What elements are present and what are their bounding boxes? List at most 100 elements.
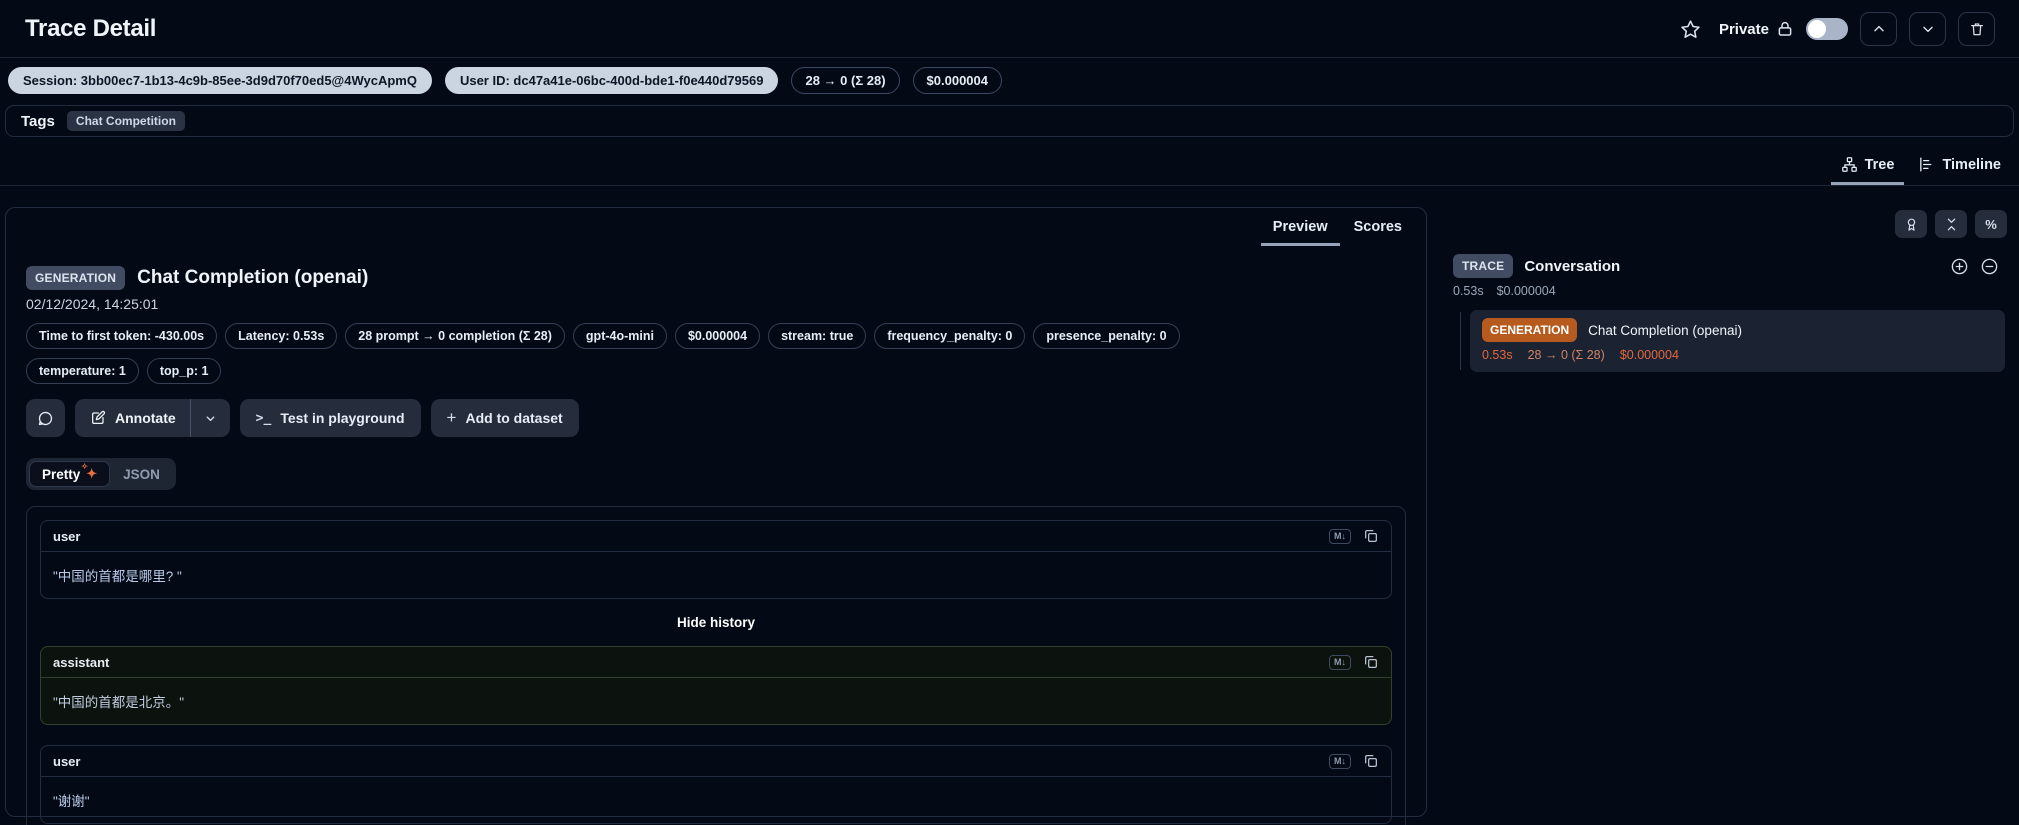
- collapse-all-button[interactable]: [1935, 210, 1967, 238]
- expand-all-icon[interactable]: [1950, 257, 1969, 276]
- trace-latency: 0.53s: [1453, 284, 1484, 298]
- collapse-node-icon[interactable]: [1980, 257, 1999, 276]
- user-id-badge[interactable]: User ID: dc47a41e-06bc-400d-bde1-f0e440d…: [445, 67, 779, 94]
- message-content: "谢谢": [41, 777, 1391, 823]
- award-icon: [1904, 217, 1919, 232]
- generation-cost: $0.000004: [1620, 348, 1679, 362]
- tab-tree[interactable]: Tree: [1831, 150, 1905, 185]
- tab-timeline[interactable]: Timeline: [1908, 150, 2011, 185]
- copy-icon[interactable]: [1363, 654, 1379, 670]
- observation-actions: Annotate >_ Test in playground + Add to …: [26, 399, 1406, 437]
- trace-name: Conversation: [1524, 258, 1620, 275]
- add-to-dataset-button[interactable]: + Add to dataset: [431, 399, 579, 437]
- tags-label: Tags: [21, 113, 55, 130]
- meta-badge-model[interactable]: gpt-4o-mini: [573, 323, 667, 349]
- tab-timeline-label: Timeline: [1942, 157, 2001, 173]
- copy-icon[interactable]: [1363, 528, 1379, 544]
- generation-latency: 0.53s: [1482, 348, 1513, 362]
- metrics-toggle-button[interactable]: %: [1975, 210, 2007, 238]
- annotate-dropdown-button[interactable]: [191, 399, 230, 437]
- message-user-2: user M↓ "谢谢": [40, 745, 1392, 824]
- meta-badge-top-p: top_p: 1: [147, 358, 222, 384]
- percent-icon: %: [1985, 217, 1997, 232]
- message-content: "中国的首都是北京。": [41, 678, 1391, 724]
- message-role: user: [53, 754, 80, 769]
- annotate-label: Annotate: [115, 410, 176, 426]
- next-trace-button[interactable]: [1909, 12, 1946, 46]
- tree-indent-guide: [1460, 312, 1461, 370]
- observation-meta-badges: Time to first token: -430.00s Latency: 0…: [26, 323, 1206, 384]
- tags-box: Tags Chat Competition: [5, 105, 2014, 137]
- annotate-split-button: Annotate: [75, 399, 230, 437]
- format-pretty-option[interactable]: Pretty ✧✦: [29, 461, 110, 487]
- meta-badge-latency: Latency: 0.53s: [225, 323, 337, 349]
- meta-badge-cost: $0.000004: [675, 323, 760, 349]
- observation-timestamp: 02/12/2024, 14:25:01: [26, 296, 1406, 312]
- trace-id-row: Session: 3bb00ec7-1b13-4c9b-85ee-3d9d70f…: [0, 58, 2019, 103]
- meta-badge-frequency-penalty: frequency_penalty: 0: [874, 323, 1025, 349]
- collapse-icon: [1944, 217, 1959, 232]
- comment-button[interactable]: [26, 399, 65, 437]
- generation-node-selected[interactable]: GENERATION Chat Completion (openai) 0.53…: [1470, 310, 2005, 372]
- privacy-label: Private: [1719, 21, 1769, 38]
- observation-title: Chat Completion (openai): [137, 267, 368, 289]
- generation-type-badge: GENERATION: [26, 266, 125, 290]
- pretty-label: Pretty: [42, 467, 80, 482]
- plus-icon: +: [447, 408, 457, 428]
- markdown-toggle-icon[interactable]: M↓: [1329, 754, 1351, 769]
- meta-badge-ttft: Time to first token: -430.00s: [26, 323, 217, 349]
- markdown-toggle-icon[interactable]: M↓: [1329, 529, 1351, 544]
- public-private-toggle[interactable]: [1806, 18, 1848, 40]
- prev-trace-button[interactable]: [1860, 12, 1897, 46]
- trace-node[interactable]: TRACE Conversation: [1453, 254, 2007, 278]
- trace-metrics: 0.53s $0.000004: [1453, 284, 2007, 298]
- generation-node-metrics: 0.53s 28 → 0 (Σ 28) $0.000004: [1482, 348, 1993, 362]
- message-assistant: assistant M↓ "中国的首都是北京。": [40, 646, 1392, 725]
- trace-tree-panel: % TRACE Conversation 0.53s $0.000004 GEN…: [1439, 207, 2019, 825]
- lock-icon: [1776, 20, 1794, 38]
- messages-container: user M↓ "中国的首都是哪里? " Hide history assist…: [26, 506, 1406, 825]
- page-header: Trace Detail Private: [0, 0, 2019, 58]
- meta-badge-temperature: temperature: 1: [26, 358, 139, 384]
- hide-history-button[interactable]: Hide history: [40, 615, 1392, 630]
- add-to-dataset-label: Add to dataset: [465, 410, 562, 426]
- generation-node-title: Chat Completion (openai): [1588, 323, 1742, 338]
- generation-node-badge: GENERATION: [1482, 318, 1577, 342]
- message-role: assistant: [53, 655, 109, 670]
- format-json-option[interactable]: JSON: [110, 462, 173, 487]
- copy-icon[interactable]: [1363, 753, 1379, 769]
- markdown-toggle-icon[interactable]: M↓: [1329, 655, 1351, 670]
- privacy-status: Private: [1719, 20, 1794, 38]
- message-user-1: user M↓ "中国的首都是哪里? ": [40, 520, 1392, 599]
- playground-label: Test in playground: [280, 410, 404, 426]
- cost-badge: $0.000004: [913, 67, 1002, 94]
- message-role: user: [53, 529, 80, 544]
- view-tabs: Tree Timeline: [0, 150, 2019, 186]
- delete-trace-button[interactable]: [1958, 12, 1995, 46]
- session-badge[interactable]: Session: 3bb00ec7-1b13-4c9b-85ee-3d9d70f…: [8, 67, 432, 94]
- annotate-button[interactable]: Annotate: [75, 399, 190, 437]
- message-content: "中国的首都是哪里? ": [41, 552, 1391, 598]
- tab-scores[interactable]: Scores: [1342, 213, 1414, 246]
- tab-preview[interactable]: Preview: [1261, 213, 1340, 246]
- terminal-icon: >_: [256, 411, 272, 426]
- toggle-knob: [1808, 20, 1826, 38]
- trace-cost: $0.000004: [1497, 284, 1556, 298]
- tag-chip[interactable]: Chat Competition: [67, 111, 185, 131]
- star-icon[interactable]: [1680, 19, 1701, 40]
- tree-controls: %: [1453, 210, 2007, 238]
- generation-tokens: 28 → 0 (Σ 28): [1528, 348, 1605, 362]
- playground-button[interactable]: >_ Test in playground: [240, 399, 421, 437]
- trace-type-badge: TRACE: [1453, 254, 1513, 278]
- meta-badge-presence-penalty: presence_penalty: 0: [1033, 323, 1179, 349]
- comment-icon: [37, 410, 54, 427]
- scores-toggle-button[interactable]: [1895, 210, 1927, 238]
- page-title: Trace Detail: [25, 15, 156, 43]
- annotate-icon: [90, 410, 106, 426]
- observation-panel: Preview Scores GENERATION Chat Completio…: [5, 207, 1427, 817]
- timeline-icon: [1918, 156, 1935, 173]
- meta-badge-stream: stream: true: [768, 323, 866, 349]
- meta-badge-tokens: 28 prompt → 0 completion (Σ 28): [345, 323, 565, 349]
- format-toggle: Pretty ✧✦ JSON: [26, 458, 176, 490]
- token-usage-badge: 28 → 0 (Σ 28): [791, 67, 899, 94]
